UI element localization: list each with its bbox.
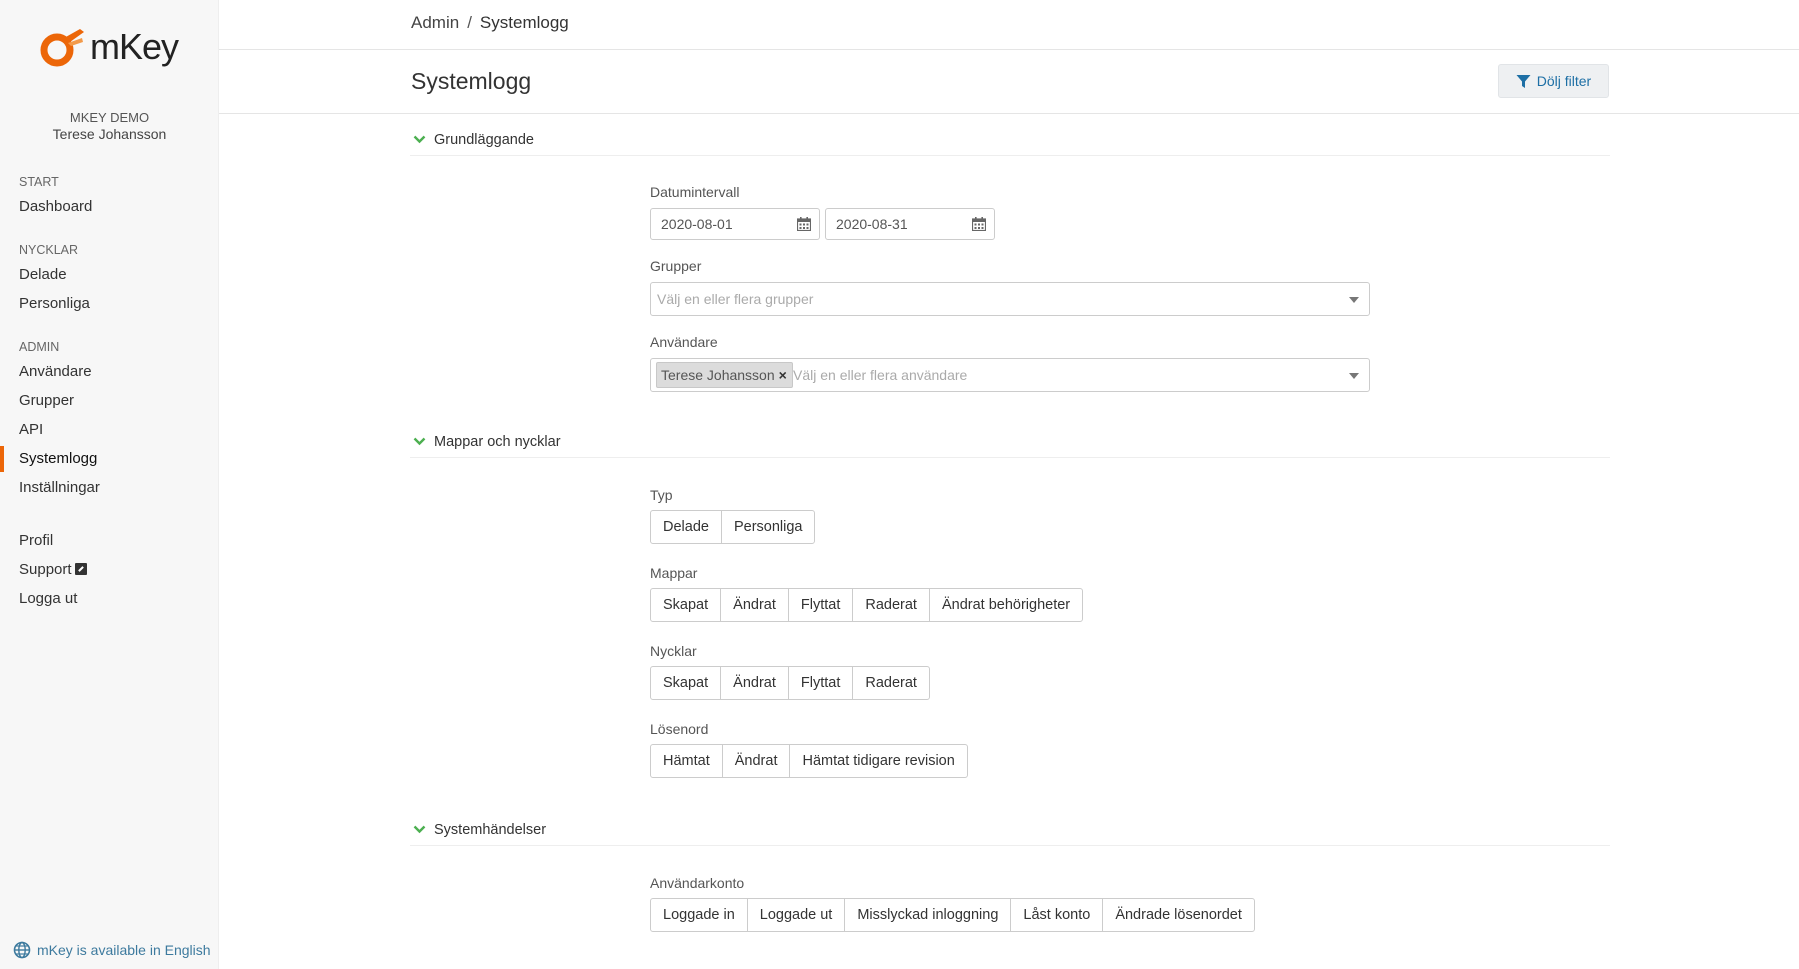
sidebar-item-profile[interactable]: Profil: [19, 532, 53, 549]
support-label: Support: [19, 561, 72, 578]
nav-section-start: START: [19, 175, 59, 189]
account-option[interactable]: Loggade in: [650, 898, 748, 932]
users-select[interactable]: Terese Johansson × Välj en eller flera an…: [650, 358, 1370, 392]
sidebar-item-api[interactable]: API: [19, 421, 43, 438]
breadcrumb-separator: /: [467, 13, 472, 32]
sidebar-item-systemlog[interactable]: Systemlogg: [19, 450, 97, 467]
password-toggle-group: Hämtat Ändrat Hämtat tidigare revision: [650, 744, 968, 778]
language-switch-link[interactable]: mKey is available in English: [13, 941, 211, 959]
section-basic-header[interactable]: Grundläggande: [410, 131, 1610, 156]
selected-user-tag: Terese Johansson ×: [656, 362, 793, 388]
folders-option[interactable]: Skapat: [650, 588, 722, 622]
account-option[interactable]: Loggade ut: [746, 898, 846, 932]
account-option[interactable]: Misslyckad inloggning: [844, 898, 1012, 932]
folders-label: Mappar: [650, 565, 698, 581]
account-toggle-group: Loggade in Loggade ut Misslyckad inloggn…: [650, 898, 1255, 932]
title-bar: Systemlogg Dölj filter: [219, 50, 1799, 114]
password-option[interactable]: Ändrat: [721, 744, 791, 778]
external-link-icon: [74, 563, 87, 575]
folders-option[interactable]: Raderat: [852, 588, 930, 622]
nav-section-keys: NYCKLAR: [19, 243, 79, 257]
chevron-down-icon: [413, 437, 426, 446]
date-from-value: 2020-08-01: [661, 216, 733, 232]
type-option[interactable]: Delade: [650, 510, 722, 544]
type-toggle-group: Delade Personliga: [650, 510, 816, 544]
keys-toggle-group: Skapat Ändrat Flyttat Raderat: [650, 666, 930, 700]
sidebar-item-shared[interactable]: Delade: [19, 266, 67, 283]
sidebar-item-dashboard[interactable]: Dashboard: [19, 198, 92, 215]
account-info: MKEY DEMO Terese Johansson: [0, 109, 219, 143]
breadcrumb-bar: Admin / Systemlogg: [219, 0, 1799, 50]
logo-text: mKey: [90, 26, 179, 67]
folders-option[interactable]: Flyttat: [787, 588, 854, 622]
keys-option[interactable]: Raderat: [852, 666, 930, 700]
page-title: Systemlogg: [411, 68, 532, 94]
password-option[interactable]: Hämtat tidigare revision: [789, 744, 968, 778]
sidebar-item-support[interactable]: Support: [19, 561, 87, 578]
logo[interactable]: mKey: [40, 26, 179, 68]
account-label: Användarkonto: [650, 875, 745, 891]
date-to-value: 2020-08-31: [836, 216, 908, 232]
user-name: Terese Johansson: [52, 126, 167, 142]
breadcrumb-admin-link[interactable]: Admin: [411, 13, 459, 32]
groups-label: Grupper: [650, 258, 702, 274]
section-folders-keys-title: Mappar och nycklar: [434, 434, 561, 450]
calendar-icon[interactable]: [972, 217, 986, 231]
sidebar-item-users[interactable]: Användare: [19, 363, 92, 380]
selected-user-name: Terese Johansson: [661, 367, 775, 383]
mkey-logo-icon: [40, 29, 84, 67]
hide-filter-label: Dölj filter: [1536, 73, 1592, 89]
globe-icon: [13, 941, 31, 959]
sidebar-item-settings[interactable]: Inställningar: [19, 479, 100, 496]
caret-down-icon: [1349, 297, 1359, 303]
type-label: Typ: [650, 487, 673, 503]
keys-option[interactable]: Skapat: [650, 666, 722, 700]
section-system-title: Systemhändelser: [434, 822, 547, 838]
date-to-input[interactable]: 2020-08-31: [825, 208, 995, 240]
calendar-icon[interactable]: [797, 217, 811, 231]
section-folders-keys-header[interactable]: Mappar och nycklar: [410, 433, 1610, 458]
chevron-down-icon: [413, 135, 426, 144]
active-indicator: [0, 446, 4, 472]
date-range-label: Datumintervall: [650, 184, 740, 200]
hide-filter-button[interactable]: Dölj filter: [1498, 64, 1609, 98]
remove-tag-icon[interactable]: ×: [779, 367, 787, 383]
filter-icon: [1516, 74, 1531, 88]
caret-down-icon: [1349, 373, 1359, 379]
account-option[interactable]: Ändrade lösenordet: [1102, 898, 1255, 932]
folders-toggle-group: Skapat Ändrat Flyttat Raderat Ändrat beh…: [650, 588, 1084, 622]
groups-placeholder: Välj en eller flera grupper: [657, 291, 814, 307]
type-option[interactable]: Personliga: [720, 510, 816, 544]
folders-option[interactable]: Ändrat: [720, 588, 789, 622]
breadcrumb: Admin / Systemlogg: [411, 13, 569, 33]
keys-option[interactable]: Ändrat: [720, 666, 789, 700]
chevron-down-icon: [413, 825, 426, 834]
users-label: Användare: [650, 334, 718, 350]
sidebar-item-logout[interactable]: Logga ut: [19, 590, 77, 607]
language-link-label: mKey is available in English: [37, 942, 211, 958]
keys-option[interactable]: Flyttat: [787, 666, 854, 700]
breadcrumb-current: Systemlogg: [479, 13, 569, 32]
section-system-header[interactable]: Systemhändelser: [410, 821, 1610, 846]
nav-section-admin: ADMIN: [19, 340, 60, 354]
sidebar: mKey MKEY DEMO Terese Johansson START Da…: [0, 0, 219, 969]
users-placeholder: Välj en eller flera användare: [793, 367, 968, 383]
date-from-input[interactable]: 2020-08-01: [650, 208, 820, 240]
sidebar-item-groups[interactable]: Grupper: [19, 392, 74, 409]
groups-select[interactable]: Välj en eller flera grupper: [650, 282, 1370, 316]
password-option[interactable]: Hämtat: [650, 744, 723, 778]
section-basic-title: Grundläggande: [434, 132, 534, 148]
account-option[interactable]: Låst konto: [1010, 898, 1104, 932]
folders-option[interactable]: Ändrat behörigheter: [928, 588, 1084, 622]
keys-label: Nycklar: [650, 643, 697, 659]
password-label: Lösenord: [650, 721, 709, 737]
org-name: MKEY DEMO: [69, 110, 150, 125]
sidebar-item-personal[interactable]: Personliga: [19, 295, 90, 312]
